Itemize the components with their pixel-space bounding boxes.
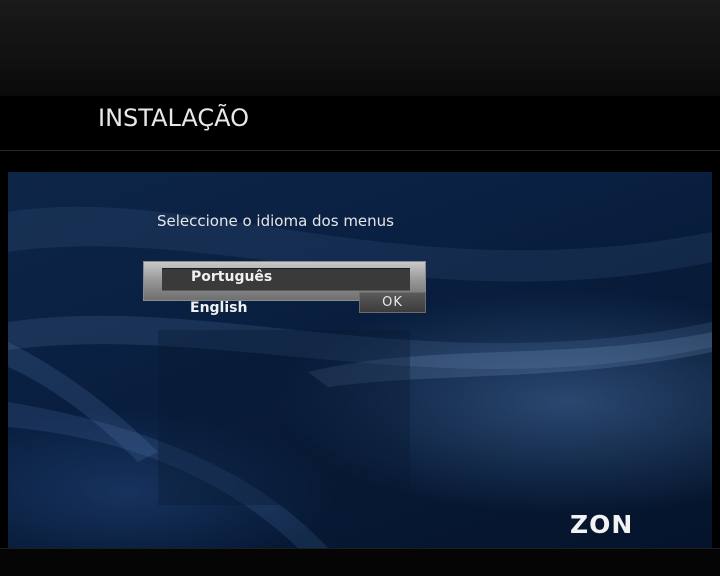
bottom-band — [0, 548, 720, 576]
top-band — [0, 0, 720, 96]
ok-button[interactable]: OK — [359, 292, 426, 313]
installation-screen: INSTALAÇÃO Seleccione o idioma dos menus… — [0, 0, 720, 576]
menu-shadow-area — [158, 330, 410, 505]
zon-logo: ZON — [570, 510, 634, 539]
instruction-text: Seleccione o idioma dos menus — [157, 212, 394, 230]
page-title: INSTALAÇÃO — [98, 104, 250, 132]
language-option-label: Português — [191, 269, 273, 285]
language-option-label: English — [190, 300, 248, 316]
